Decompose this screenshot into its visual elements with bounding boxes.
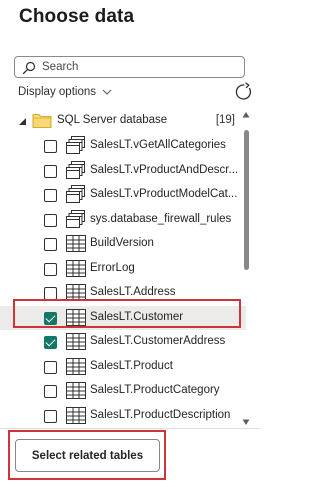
list-item-label: SalesLT.vProductAndDescr...	[90, 163, 239, 176]
list-item[interactable]: SalesLT.Customer	[0, 305, 246, 330]
list-item[interactable]: BuildVersion	[0, 232, 246, 256]
chevron-down-icon	[102, 89, 112, 95]
search-input[interactable]	[42, 59, 237, 75]
list-item-label: SalesLT.vGetAllCategories	[90, 139, 226, 151]
list-item-label: SalesLT.ProductCategory	[90, 384, 220, 396]
list-item-label: sys.database_firewall_rules	[90, 212, 232, 225]
list-item[interactable]: sys.database_firewall_rules	[0, 208, 246, 232]
list-item-label: SalesLT.vProductModelCat...	[90, 188, 238, 200]
search-icon	[22, 61, 36, 75]
list-item[interactable]: SalesLT.ProductCategory	[0, 379, 246, 403]
list-item-label: SalesLT.Customer	[90, 310, 184, 323]
table-icon	[66, 234, 86, 253]
search-box[interactable]	[14, 56, 245, 78]
checkbox[interactable]	[44, 189, 57, 202]
caret-expanded-icon[interactable]	[18, 117, 27, 126]
checkbox[interactable]	[44, 360, 57, 374]
checkbox[interactable]	[44, 238, 57, 251]
display-options-label: Display options	[18, 86, 96, 98]
list-item-label: SalesLT.Address	[90, 286, 176, 298]
table-icon	[66, 308, 86, 327]
table-icon	[66, 283, 86, 302]
table-icon	[66, 259, 86, 278]
list-item[interactable]: SalesLT.Address	[0, 281, 246, 305]
display-options-dropdown[interactable]: Display options	[18, 86, 112, 98]
view-icon	[66, 209, 86, 229]
checkbox[interactable]	[44, 287, 57, 300]
view-icon	[66, 160, 86, 180]
list-item-label: SalesLT.CustomerAddress	[90, 335, 226, 347]
checkbox[interactable]	[44, 164, 57, 178]
scroll-down-icon[interactable]	[242, 418, 250, 426]
list-item[interactable]: SalesLT.vProductModelCat...	[0, 183, 246, 207]
checkbox[interactable]	[44, 213, 57, 227]
scroll-up-icon[interactable]	[242, 111, 250, 119]
list-item-label: SalesLT.ProductDescription	[90, 408, 231, 421]
table-icon	[66, 332, 86, 351]
footer-divider	[0, 428, 261, 429]
view-icon	[66, 136, 86, 155]
list-item-label: BuildVersion	[90, 237, 154, 249]
table-icon	[66, 406, 86, 425]
navigator-tree: SQL Server database [19] SalesLT.vGetAll…	[0, 109, 246, 429]
list-item[interactable]: SalesLT.ProductDescription	[0, 404, 246, 428]
select-related-tables-button[interactable]: Select related tables	[15, 439, 160, 472]
list-item-label: SalesLT.Product	[90, 359, 173, 372]
scrollbar-thumb[interactable]	[244, 130, 249, 270]
checkbox[interactable]	[44, 409, 57, 423]
table-icon	[66, 381, 86, 400]
list-item-label: ErrorLog	[90, 261, 135, 274]
database-count: [19]	[215, 114, 235, 126]
list-item[interactable]: SalesLT.CustomerAddress	[0, 330, 246, 354]
folder-icon	[32, 114, 52, 128]
checkbox[interactable]	[44, 140, 57, 153]
checkbox[interactable]	[44, 262, 57, 276]
list-item[interactable]: SalesLT.vGetAllCategories	[0, 134, 246, 158]
view-icon	[66, 185, 86, 204]
table-icon	[66, 357, 86, 376]
checkbox-checked[interactable]	[44, 311, 57, 325]
page-title: Choose data	[19, 6, 135, 27]
list-item[interactable]: SalesLT.vProductAndDescr...	[0, 159, 246, 183]
database-node[interactable]: SQL Server database [19]	[0, 109, 246, 133]
checkbox-checked[interactable]	[44, 336, 57, 349]
list-item[interactable]: ErrorLog	[0, 257, 246, 281]
checkbox[interactable]	[44, 385, 57, 398]
database-label: SQL Server database	[57, 114, 168, 126]
refresh-icon[interactable]	[234, 82, 254, 102]
list-item[interactable]: SalesLT.Product	[0, 355, 246, 379]
